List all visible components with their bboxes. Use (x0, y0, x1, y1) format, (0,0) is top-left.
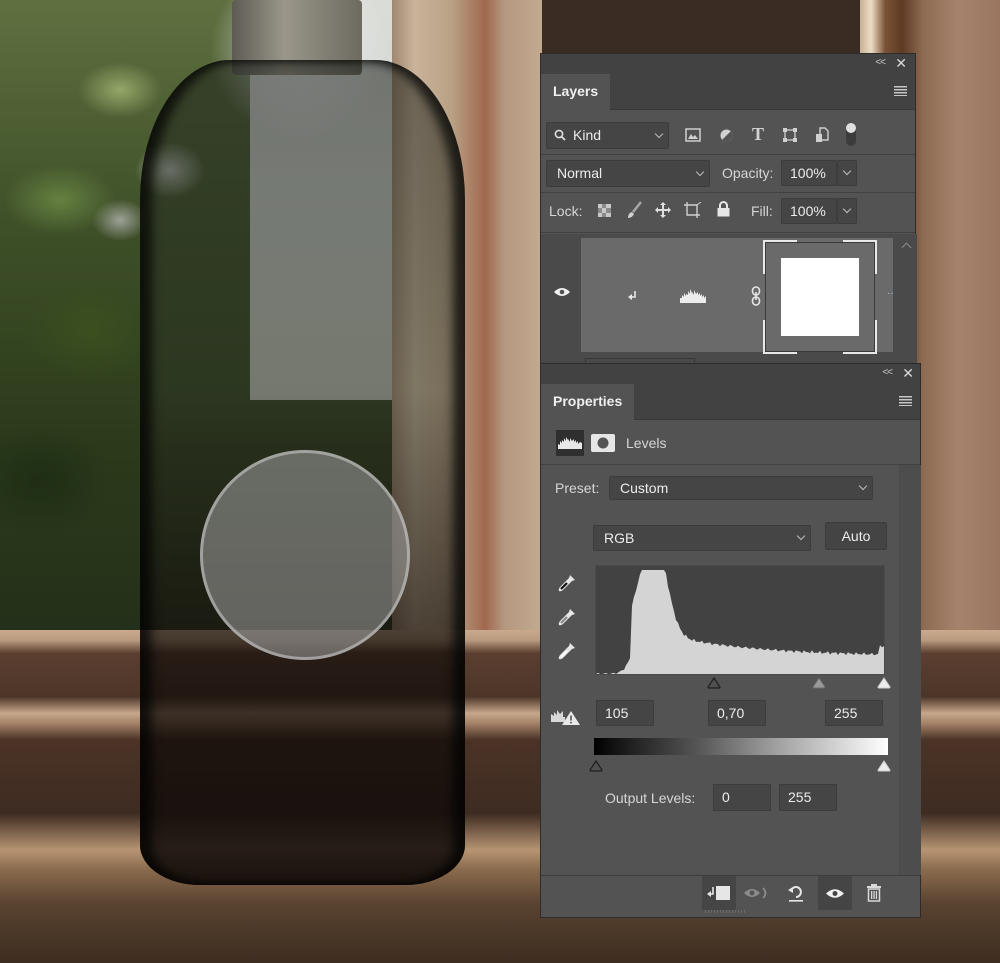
adjustment-filter-icon[interactable] (717, 126, 735, 144)
image-filter-icon[interactable] (684, 126, 702, 144)
layers-tabbar: Layers (541, 74, 915, 110)
collapse-panel-button[interactable]: << (875, 57, 886, 68)
close-panel-button[interactable]: ✕ (895, 55, 907, 72)
lock-transparent-pixels-icon[interactable] (597, 203, 612, 218)
layer-filter-dropdown[interactable]: Kind (546, 122, 669, 149)
properties-scrollbar[interactable] (899, 465, 921, 875)
fill-label: Fill: (751, 203, 773, 219)
properties-panel: << ✕ Properties Levels Preset: Custom RG… (540, 363, 921, 918)
clip-to-layer-button[interactable] (702, 876, 736, 910)
layer-filter-value: Kind (573, 127, 602, 143)
auto-button[interactable]: Auto (825, 522, 887, 550)
divider (541, 154, 915, 155)
layer-row-levels[interactable] (581, 238, 893, 354)
lock-label: Lock: (549, 203, 583, 219)
mask-white-fill (781, 258, 859, 336)
filter-toggle-icon[interactable] (844, 122, 858, 148)
input-black-point-slider[interactable] (707, 677, 721, 689)
blend-mode-dropdown[interactable]: Normal (546, 160, 710, 187)
histogram-area (596, 570, 884, 674)
visibility-eye-icon[interactable] (553, 284, 571, 300)
tab-properties[interactable]: Properties (541, 384, 635, 420)
toggle-visibility-button[interactable] (818, 876, 852, 910)
layers-scrollbar[interactable] (895, 234, 917, 364)
lock-image-pixels-icon[interactable] (625, 201, 643, 219)
opacity-label: Opacity: (722, 165, 774, 181)
channel-value: RGB (604, 530, 635, 546)
opacity-input[interactable]: 100% (781, 160, 837, 186)
levels-adjustment-icon[interactable] (679, 288, 707, 304)
panel-menu-icon[interactable] (894, 86, 907, 96)
chevron-down-icon (695, 167, 705, 176)
blend-mode-value: Normal (557, 165, 603, 181)
preset-value: Custom (620, 480, 669, 496)
levels-adjustment-icon[interactable] (556, 430, 584, 456)
divider (541, 192, 915, 193)
clipping-mask-indicator-icon (626, 289, 638, 303)
bottle-emblem (200, 450, 410, 660)
preset-dropdown[interactable]: Custom (609, 476, 873, 500)
shape-filter-icon[interactable] (781, 126, 799, 144)
histogram-graph (596, 570, 884, 674)
lock-artboard-icon[interactable] (684, 201, 702, 219)
smart-object-filter-icon[interactable] (813, 126, 831, 144)
auto-button-label: Auto (841, 528, 871, 544)
lock-all-icon[interactable] (715, 200, 731, 218)
channel-dropdown[interactable]: RGB (593, 525, 811, 551)
collapse-panel-button[interactable]: << (882, 367, 893, 378)
properties-footer (541, 875, 920, 910)
properties-tabbar: Properties (541, 384, 920, 420)
white-point-eyedropper-icon[interactable] (556, 640, 578, 662)
layer-mask-thumbnail[interactable] (763, 240, 877, 354)
clipping-warning-icon[interactable] (551, 708, 581, 726)
input-gamma-slider[interactable] (812, 677, 826, 689)
layer-more-indicator: ·· (887, 288, 894, 299)
properties-panel-topbar[interactable]: << ✕ (541, 364, 920, 384)
chevron-down-icon (796, 531, 806, 541)
layer-mask-link-icon[interactable] (750, 285, 762, 307)
layers-panel-topbar[interactable]: << ✕ (541, 54, 915, 74)
layers-list: ·· (541, 234, 917, 364)
output-white-slider[interactable] (877, 760, 891, 772)
chevron-down-icon (654, 129, 664, 138)
view-previous-state-button[interactable] (739, 876, 773, 910)
input-gamma-field[interactable]: 0,70 (708, 700, 766, 726)
output-black-slider[interactable] (589, 760, 603, 772)
chevron-down-icon (842, 166, 852, 176)
chevron-down-icon (858, 481, 868, 491)
preset-label: Preset: (555, 480, 600, 496)
panel-resize-grip[interactable] (705, 910, 745, 913)
properties-section-title: Levels (626, 435, 667, 451)
input-black-level-field[interactable]: 105 (596, 700, 654, 726)
layer-mask-icon[interactable] (591, 434, 615, 452)
fill-input[interactable]: 100% (781, 198, 837, 224)
search-icon (554, 129, 566, 141)
output-white-field[interactable]: 255 (779, 784, 837, 811)
tab-layers[interactable]: Layers (541, 74, 611, 110)
close-panel-button[interactable]: ✕ (902, 365, 914, 382)
output-gradient-bar (594, 738, 888, 755)
type-filter-icon[interactable]: T (749, 124, 767, 144)
divider (541, 232, 915, 233)
opacity-slider-toggle[interactable] (837, 160, 857, 186)
output-black-field[interactable]: 0 (713, 784, 771, 811)
fill-slider-toggle[interactable] (837, 198, 857, 224)
lock-position-icon[interactable] (654, 201, 672, 219)
input-white-level-field[interactable]: 255 (825, 700, 883, 726)
gray-point-eyedropper-icon[interactable] (556, 606, 578, 628)
delete-button[interactable] (857, 876, 891, 910)
chevron-down-icon (842, 204, 852, 214)
black-point-eyedropper-icon[interactable] (556, 572, 578, 594)
levels-histogram (595, 565, 885, 675)
output-levels-label: Output Levels: (605, 790, 696, 806)
panel-menu-icon[interactable] (899, 396, 912, 406)
reset-button[interactable] (779, 876, 813, 910)
input-white-point-slider[interactable] (877, 677, 891, 689)
scroll-up-icon[interactable] (901, 242, 912, 253)
layers-panel: << ✕ Layers Kind T Normal Opacity: 100% (540, 53, 917, 365)
